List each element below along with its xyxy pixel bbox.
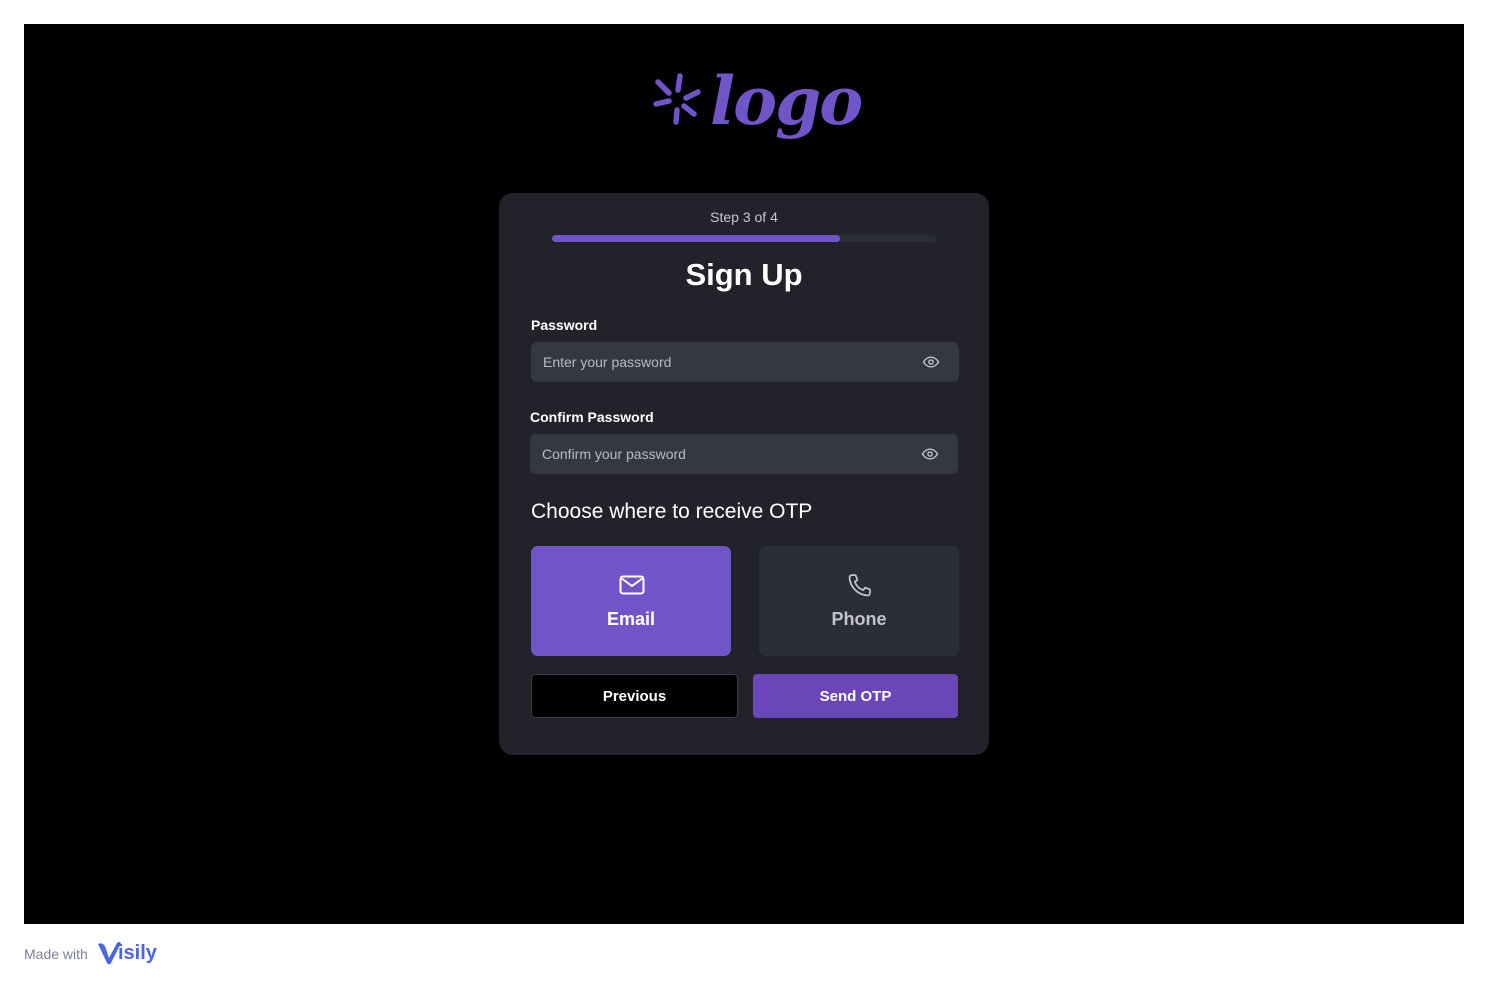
otp-option-phone[interactable]: Phone (759, 546, 959, 656)
made-with-text: Made with (24, 946, 88, 962)
otp-option-email[interactable]: Email (531, 546, 731, 656)
page-title: Sign Up (685, 257, 803, 292)
password-label: Password (531, 317, 598, 333)
eye-icon[interactable] (922, 353, 940, 371)
mail-icon (619, 575, 645, 595)
previous-button[interactable]: Previous (531, 674, 738, 718)
otp-option-label: Phone (831, 609, 887, 629)
logo: logo (650, 62, 863, 148)
confirm-password-label: Confirm Password (530, 409, 654, 425)
otp-option-label: Email (606, 609, 656, 629)
confirm-password-input[interactable] (530, 434, 958, 474)
signup-card: Step 3 of 4 Sign Up Password Confirm Pas… (499, 193, 989, 755)
otp-heading: Choose where to receive OTP (531, 500, 813, 523)
send-otp-button[interactable]: Send OTP (753, 674, 958, 718)
eye-icon[interactable] (921, 445, 939, 463)
app-frame: logo Step 3 of 4 Sign Up Password Confir… (24, 24, 1464, 924)
brand-name: isily (118, 942, 157, 964)
step-indicator: Step 3 of 4 (710, 209, 778, 225)
sparkle-icon (653, 73, 701, 125)
phone-icon (848, 574, 871, 597)
progress-bar (552, 235, 936, 242)
password-input[interactable] (531, 342, 959, 382)
progress-fill (552, 235, 840, 242)
logo-text: logo (710, 62, 863, 140)
